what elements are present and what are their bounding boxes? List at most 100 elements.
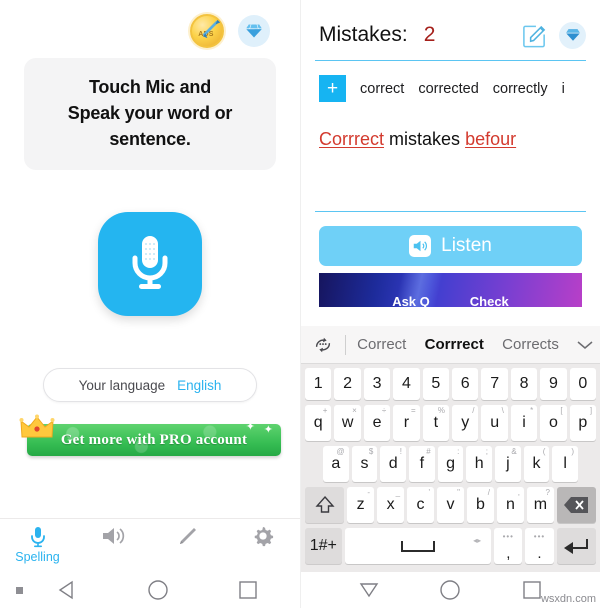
mic-record-button[interactable] bbox=[98, 212, 202, 317]
sparkle-icon-2: ✦ bbox=[263, 424, 273, 437]
listen-label: Listen bbox=[441, 235, 492, 256]
key-superscript: ! bbox=[399, 447, 403, 456]
period-key[interactable]: ••• . bbox=[525, 528, 554, 564]
language-selector[interactable]: Your language English bbox=[43, 368, 257, 403]
key-c[interactable]: ' c bbox=[407, 487, 435, 523]
pencil-icon bbox=[179, 528, 196, 544]
key-5[interactable]: 5 bbox=[422, 368, 450, 400]
editable-sentence[interactable]: Corrrect mistakes befour bbox=[319, 126, 582, 153]
key-o[interactable]: [o bbox=[540, 405, 567, 441]
key-label: b bbox=[476, 496, 485, 513]
candidate-word[interactable]: Correct bbox=[357, 336, 406, 353]
home-circle-icon[interactable] bbox=[147, 579, 169, 601]
home-circle-icon[interactable] bbox=[439, 579, 461, 601]
key-p[interactable]: ] p bbox=[569, 405, 597, 441]
suggestion-word[interactable]: i bbox=[562, 81, 565, 97]
key-g[interactable]: :g bbox=[437, 446, 464, 482]
key-d[interactable]: ! d bbox=[380, 446, 407, 482]
diamond-icon-button[interactable] bbox=[559, 21, 586, 49]
refresh-arrows-icon[interactable] bbox=[301, 335, 345, 355]
key-l[interactable]: ) l bbox=[552, 446, 579, 482]
key-w[interactable]: × w bbox=[334, 405, 361, 441]
key-4[interactable]: 4 bbox=[393, 368, 420, 400]
pro-account-button[interactable]: Get more with PRO account bbox=[27, 424, 281, 457]
misspelled-word-1[interactable]: Corrrect bbox=[319, 129, 384, 149]
key-superscript: & bbox=[511, 447, 517, 456]
key-b[interactable]: / b bbox=[466, 487, 494, 523]
key-x[interactable]: _ x bbox=[377, 487, 405, 523]
suggestion-word[interactable]: correct bbox=[360, 81, 404, 97]
key-r[interactable]: = r bbox=[393, 405, 420, 441]
add-word-button[interactable]: + bbox=[319, 75, 346, 102]
key-superscript: _ bbox=[395, 488, 401, 497]
key-s[interactable]: $ s bbox=[351, 446, 378, 482]
key-superscript: - bbox=[367, 488, 371, 497]
back-triangle-icon[interactable] bbox=[58, 580, 78, 600]
enter-key[interactable] bbox=[556, 528, 597, 564]
key-label: m bbox=[533, 496, 548, 513]
key-label: k bbox=[532, 455, 541, 472]
refresh-arrows-glyph bbox=[315, 337, 331, 352]
key-n[interactable]: ,n bbox=[496, 487, 524, 523]
keyboard-suggestion-strip: Correct Corrrect Corrects bbox=[301, 326, 600, 364]
tab-settings[interactable] bbox=[225, 525, 300, 547]
key-7[interactable]: 7 bbox=[481, 368, 508, 400]
enter-return-icon bbox=[564, 539, 589, 554]
recents-square-icon[interactable] bbox=[522, 580, 542, 600]
key-label: 1#+ bbox=[309, 537, 337, 554]
expand-candidates-button[interactable] bbox=[570, 340, 600, 350]
key-f[interactable]: # f bbox=[409, 446, 435, 482]
key-j[interactable]: & j bbox=[495, 446, 521, 482]
space-cursor-arrows-icon: ◂▸ bbox=[473, 536, 482, 545]
key-label: 9 bbox=[549, 375, 558, 392]
mistakes-count: 2 bbox=[423, 23, 436, 46]
edit-pencil-square-icon bbox=[522, 25, 545, 47]
instruction-line-3: sentence. bbox=[109, 129, 191, 150]
listen-button[interactable]: Listen bbox=[319, 226, 582, 266]
key-y[interactable]: / y bbox=[452, 405, 479, 441]
candidate-word[interactable]: Corrects bbox=[502, 336, 559, 353]
keyboard-rows: 1 2 3 4 5 6 7 8 9 0 + q × w ÷ e = r % t … bbox=[301, 364, 600, 564]
key-t[interactable]: % t bbox=[422, 405, 450, 441]
key-q[interactable]: + q bbox=[305, 405, 332, 441]
key-2[interactable]: 2 bbox=[334, 368, 361, 400]
space-key[interactable]: ◂▸ bbox=[344, 528, 492, 564]
key-u[interactable]: \ u bbox=[481, 405, 508, 441]
suggestion-word[interactable]: correctly bbox=[493, 81, 548, 97]
ads-coin-icon[interactable]: ADS bbox=[190, 14, 224, 48]
key-a[interactable]: @ a bbox=[323, 446, 349, 482]
diamond-icon-button[interactable] bbox=[238, 15, 270, 47]
key-i[interactable]: * i bbox=[510, 405, 538, 441]
hide-keyboard-triangle-icon[interactable] bbox=[359, 581, 379, 599]
key-z[interactable]: -z bbox=[347, 487, 375, 523]
candidate-word-selected[interactable]: Corrrect bbox=[425, 336, 484, 353]
promo-text-left: Ask Q bbox=[392, 293, 430, 308]
shift-key[interactable] bbox=[305, 487, 345, 523]
key-1[interactable]: 1 bbox=[305, 368, 332, 400]
key-k[interactable]: (k bbox=[523, 446, 550, 482]
tab-spelling[interactable]: Spelling bbox=[0, 525, 75, 564]
tab-write[interactable] bbox=[150, 525, 225, 547]
key-h[interactable]: ; h bbox=[466, 446, 493, 482]
key-6[interactable]: 6 bbox=[452, 368, 479, 400]
key-8[interactable]: 8 bbox=[510, 368, 538, 400]
edit-button[interactable] bbox=[519, 20, 549, 50]
key-0[interactable]: 0 bbox=[569, 368, 597, 400]
suggestion-word[interactable]: corrected bbox=[418, 81, 478, 97]
key-9[interactable]: 9 bbox=[540, 368, 567, 400]
misspelled-word-2[interactable]: befour bbox=[465, 129, 516, 149]
key-label: x bbox=[386, 496, 395, 513]
promo-ad-banner[interactable]: Ask Q Check bbox=[319, 273, 582, 307]
mistakes-title: Mistakes: bbox=[319, 23, 408, 46]
recents-square-icon[interactable] bbox=[238, 580, 258, 600]
comma-key[interactable]: ••• , bbox=[494, 528, 523, 564]
key-label: i bbox=[522, 414, 526, 431]
symbols-key[interactable]: 1#+ bbox=[305, 528, 342, 564]
tab-speaker[interactable] bbox=[75, 525, 150, 547]
backspace-key[interactable] bbox=[556, 487, 596, 523]
key-m[interactable]: ? m bbox=[526, 487, 554, 523]
key-e[interactable]: ÷ e bbox=[363, 405, 391, 441]
key-3[interactable]: 3 bbox=[363, 368, 391, 400]
key-superscript: % bbox=[437, 406, 446, 415]
key-v[interactable]: " v bbox=[437, 487, 464, 523]
